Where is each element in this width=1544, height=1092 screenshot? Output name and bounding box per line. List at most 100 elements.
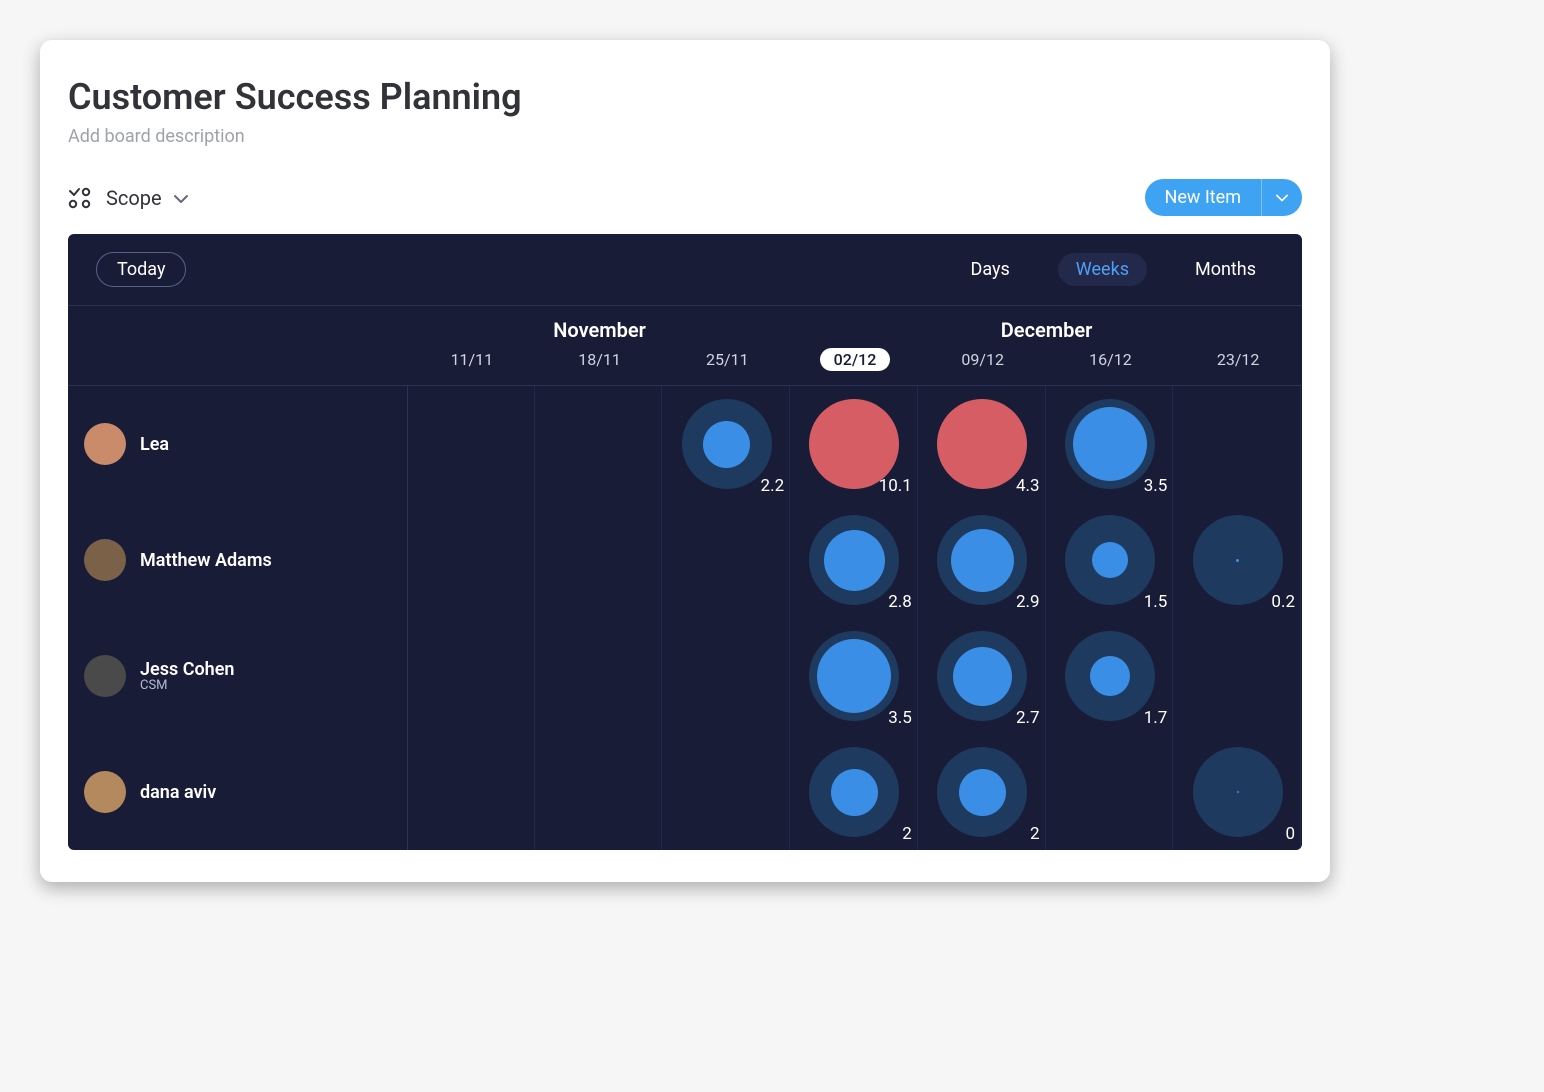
timeline-header: November December 11/11 18/11 25/11 02/1… xyxy=(68,306,1302,386)
bubble-ring xyxy=(1193,515,1283,605)
workload-cell[interactable]: 2.7 xyxy=(919,618,1047,734)
workload-cell[interactable] xyxy=(536,386,664,502)
workload-cell[interactable]: 2 xyxy=(791,734,919,850)
bubble-inner xyxy=(831,769,878,816)
workload-cell[interactable] xyxy=(408,618,536,734)
bubble xyxy=(937,399,1027,489)
bubble-value: 1.5 xyxy=(1144,592,1168,612)
workload-cell[interactable] xyxy=(1174,618,1302,734)
bubble-ring xyxy=(809,631,899,721)
bubble-ring xyxy=(937,747,1027,837)
new-item-chevron[interactable] xyxy=(1262,179,1302,216)
person-name: Lea xyxy=(140,434,169,455)
workload-cell[interactable] xyxy=(536,618,664,734)
person-name: Jess CohenCSM xyxy=(140,659,234,693)
workload-cell[interactable]: 1.7 xyxy=(1047,618,1175,734)
workload-cell[interactable]: 2.2 xyxy=(663,386,791,502)
workload-cell[interactable] xyxy=(536,734,664,850)
bubble xyxy=(1193,747,1283,837)
workload-cell[interactable] xyxy=(1174,386,1302,502)
person-cell[interactable]: dana aviv xyxy=(68,734,408,850)
week-header-current: 02/12 xyxy=(791,346,919,385)
page-description[interactable]: Add board description xyxy=(68,126,1302,147)
bubble-ring xyxy=(937,631,1027,721)
workload-cell[interactable] xyxy=(408,386,536,502)
workload-cell[interactable]: 0.2 xyxy=(1174,502,1302,618)
workload-board: Today Days Weeks Months November Decembe… xyxy=(68,234,1302,850)
week-header: 09/12 xyxy=(919,346,1047,385)
bubble xyxy=(1065,399,1155,489)
bubble-value: 3.5 xyxy=(1144,476,1168,496)
scope-dropdown[interactable]: Scope xyxy=(68,186,188,210)
page-title: Customer Success Planning xyxy=(68,76,1302,118)
bubble-value: 10.1 xyxy=(879,476,912,496)
new-item-button[interactable]: New Item xyxy=(1145,179,1303,216)
workload-cell[interactable]: 0 xyxy=(1174,734,1302,850)
workload-cell[interactable]: 1.5 xyxy=(1047,502,1175,618)
bubble-value: 3.5 xyxy=(888,708,912,728)
workload-cell[interactable]: 2.9 xyxy=(919,502,1047,618)
workload-cell[interactable]: 10.1 xyxy=(791,386,919,502)
week-header: 23/12 xyxy=(1174,346,1302,385)
avatar xyxy=(84,539,126,581)
bubble-inner xyxy=(953,647,1012,706)
person-name: dana aviv xyxy=(140,782,216,803)
view-days[interactable]: Days xyxy=(953,253,1028,286)
bubble xyxy=(809,515,899,605)
bubble-value: 2 xyxy=(1030,824,1040,844)
bubble-inner xyxy=(1073,407,1147,481)
workload-grid: Lea 2.2 10.1 4.3 3.5 Matthew Adams 2.8 2.9 1.5 0.… xyxy=(68,386,1302,850)
timeline-sidebar-head xyxy=(68,306,408,385)
workload-cell[interactable]: 3.5 xyxy=(791,618,919,734)
bubble-inner xyxy=(1090,656,1130,696)
bubble-inner xyxy=(1092,542,1128,578)
workload-cell[interactable] xyxy=(536,502,664,618)
workload-cell[interactable] xyxy=(663,502,791,618)
person-cell[interactable]: Lea xyxy=(68,386,408,502)
week-header: 25/11 xyxy=(663,346,791,385)
view-months[interactable]: Months xyxy=(1177,253,1274,286)
bubble-value: 2.9 xyxy=(1016,592,1040,612)
bubble xyxy=(1065,515,1155,605)
bubble-ring xyxy=(1065,515,1155,605)
workload-cell[interactable] xyxy=(408,502,536,618)
board-controls: Today Days Weeks Months xyxy=(68,234,1302,306)
bubble xyxy=(937,515,1027,605)
bubble-value: 0 xyxy=(1285,824,1295,844)
person-cell[interactable]: Matthew Adams xyxy=(68,502,408,618)
bubble-ring xyxy=(1065,399,1155,489)
bubble-inner xyxy=(1236,559,1239,562)
bubble-inner xyxy=(951,529,1014,592)
workload-cell[interactable] xyxy=(663,734,791,850)
person-role: CSM xyxy=(140,678,234,693)
bubble xyxy=(682,399,772,489)
view-switch: Days Weeks Months xyxy=(953,253,1275,286)
workload-cell[interactable] xyxy=(663,618,791,734)
workload-cell[interactable]: 3.5 xyxy=(1047,386,1175,502)
bubble-inner xyxy=(1237,791,1239,793)
workload-cell[interactable]: 4.3 xyxy=(919,386,1047,502)
workload-cell[interactable] xyxy=(1047,734,1175,850)
view-weeks[interactable]: Weeks xyxy=(1058,253,1147,286)
new-item-label[interactable]: New Item xyxy=(1145,179,1263,216)
workload-cell[interactable]: 2 xyxy=(919,734,1047,850)
bubble-value: 2.2 xyxy=(761,476,785,496)
bubble-inner xyxy=(824,530,885,591)
person-cell[interactable]: Jess CohenCSM xyxy=(68,618,408,734)
bubble-ring xyxy=(937,515,1027,605)
person-name: Matthew Adams xyxy=(140,550,272,571)
scope-icon xyxy=(68,187,94,209)
workload-cell[interactable]: 2.8 xyxy=(791,502,919,618)
today-button[interactable]: Today xyxy=(96,252,186,287)
avatar xyxy=(84,655,126,697)
bubble xyxy=(937,747,1027,837)
bubble-ring xyxy=(682,399,772,489)
avatar xyxy=(84,771,126,813)
workload-cell[interactable] xyxy=(408,734,536,850)
week-header: 11/11 xyxy=(408,346,536,385)
board-card: Customer Success Planning Add board desc… xyxy=(40,40,1330,882)
bubble-value: 2.8 xyxy=(888,592,912,612)
bubble-value: 2 xyxy=(902,824,912,844)
bubble-ring xyxy=(937,399,1027,489)
scope-label: Scope xyxy=(106,186,162,210)
